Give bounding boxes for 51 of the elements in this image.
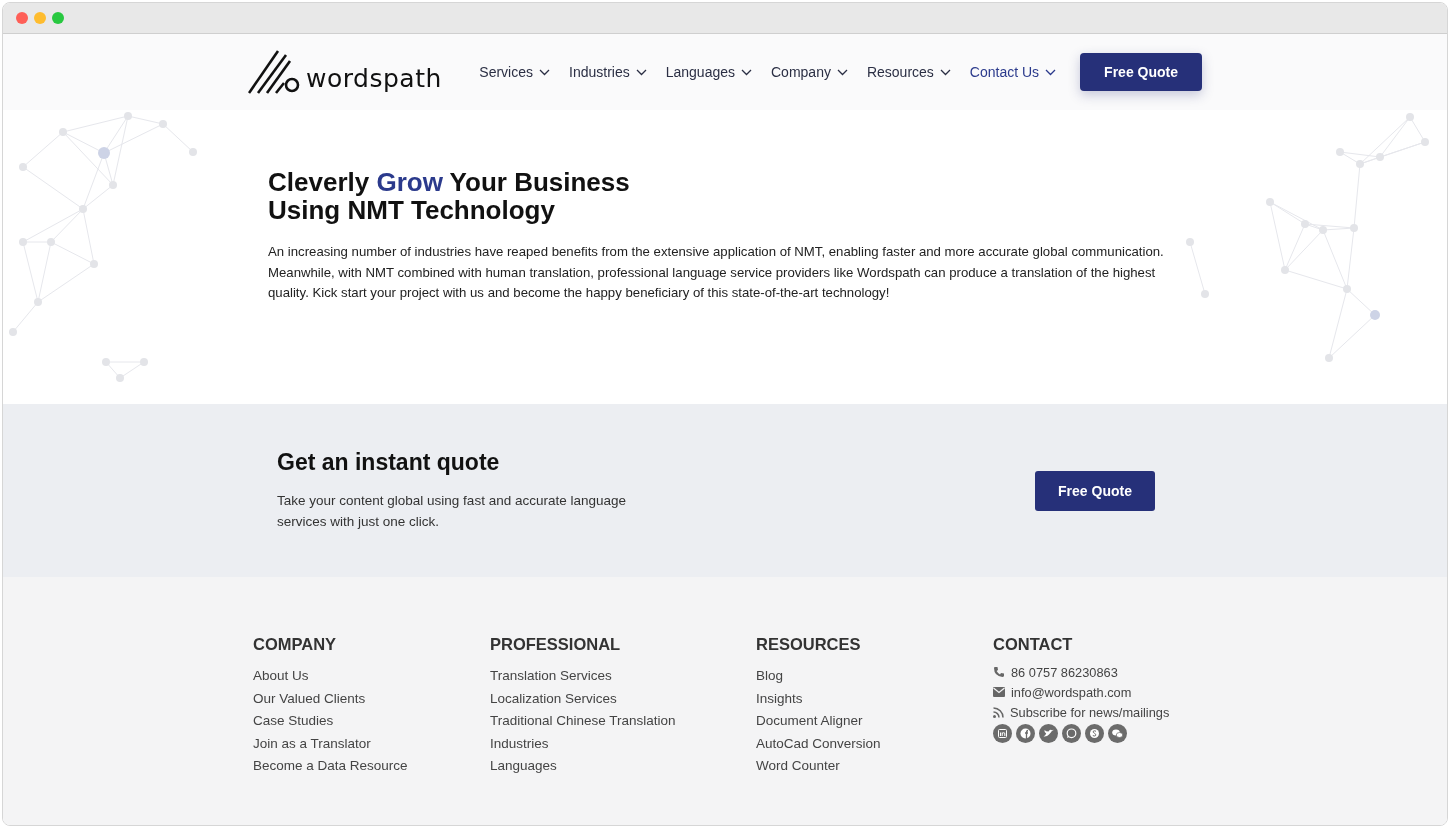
phone-icon bbox=[993, 666, 1005, 678]
nav-item[interactable]: Services bbox=[479, 64, 550, 80]
twitter-icon[interactable] bbox=[1039, 724, 1058, 743]
footer-heading: COMPANY bbox=[253, 635, 338, 654]
footer-link[interactable]: Languages bbox=[490, 758, 557, 773]
chat-bubbles-icon[interactable] bbox=[1108, 724, 1127, 743]
chevron-down-icon bbox=[1045, 68, 1057, 76]
footer-link[interactable]: Our Valued Clients bbox=[253, 690, 366, 706]
logo-icon bbox=[248, 49, 300, 95]
footer-link[interactable]: About Us bbox=[253, 668, 309, 683]
footer-link[interactable]: Document Aligner bbox=[756, 713, 863, 728]
quote-description: Take your content global using fast and accurate language services with just one click. bbox=[277, 492, 627, 531]
footer-link[interactable]: Traditional Chinese Translation bbox=[490, 713, 676, 728]
nav-item[interactable]: Industries bbox=[569, 64, 647, 80]
linkedin-icon[interactable] bbox=[993, 724, 1012, 743]
skype-icon[interactable] bbox=[1085, 724, 1104, 743]
nav-item[interactable]: Contact Us bbox=[969, 64, 1057, 80]
chevron-down-icon bbox=[939, 68, 951, 76]
footer-link[interactable]: Word Counter bbox=[756, 758, 840, 773]
footer-link[interactable]: Localization Services bbox=[490, 690, 617, 706]
contact-text[interactable]: info@wordspath.com bbox=[1011, 684, 1132, 700]
contact-text: 86 0757 86230863 bbox=[1011, 664, 1118, 680]
footer-link[interactable]: Case Studies bbox=[253, 713, 334, 728]
nav-item[interactable]: Company bbox=[771, 64, 848, 80]
whatsapp-icon[interactable] bbox=[1062, 724, 1081, 743]
footer-link[interactable]: Translation Services bbox=[490, 668, 612, 683]
nav-item[interactable]: Resources bbox=[866, 64, 951, 80]
footer-link[interactable]: Join as a Translator bbox=[253, 735, 371, 751]
footer-link[interactable]: Industries bbox=[490, 735, 549, 751]
logo-text[interactable]: wordspath bbox=[306, 66, 442, 95]
free-quote-button[interactable]: Free Quote bbox=[1080, 53, 1202, 91]
footer-link[interactable]: AutoCad Conversion bbox=[756, 735, 881, 751]
chevron-down-icon bbox=[741, 68, 752, 76]
envelope-icon bbox=[993, 687, 1005, 697]
chevron-down-icon bbox=[635, 68, 647, 76]
footer-link[interactable]: Blog bbox=[756, 668, 784, 683]
hero-heading: Cleverly Grow Your Business Using NMT Technology bbox=[268, 168, 631, 224]
contact-text[interactable]: Subscribe for news/mailings bbox=[1010, 704, 1170, 720]
rss-icon bbox=[993, 706, 1004, 718]
footer-link[interactable]: Insights bbox=[756, 690, 803, 706]
facebook-icon[interactable] bbox=[1016, 724, 1035, 743]
footer-heading: RESOURCES bbox=[756, 635, 862, 654]
hero-paragraph: An increasing number of industries have reaped benefits from the extensive application of NMT, enabling faster and more accurate global communication. Meanwhile, with NMT combined with human translation, professional language service providers like Wordspath can produce a translation of the highest quality. Kick start your project with us and become the happy beneficiary of this state-of-the-art technology! bbox=[268, 243, 1165, 303]
footer-link[interactable]: Become a Data Resource bbox=[253, 758, 408, 773]
nav-item[interactable]: Languages bbox=[665, 64, 752, 80]
chevron-down-icon bbox=[539, 68, 550, 76]
quote-heading: Get an instant quote bbox=[277, 449, 501, 476]
free-quote-button[interactable]: Free Quote bbox=[1035, 470, 1155, 511]
chevron-down-icon bbox=[836, 68, 848, 76]
footer-heading: CONTACT bbox=[993, 635, 1074, 654]
footer-heading: PROFESSIONAL bbox=[490, 635, 622, 654]
